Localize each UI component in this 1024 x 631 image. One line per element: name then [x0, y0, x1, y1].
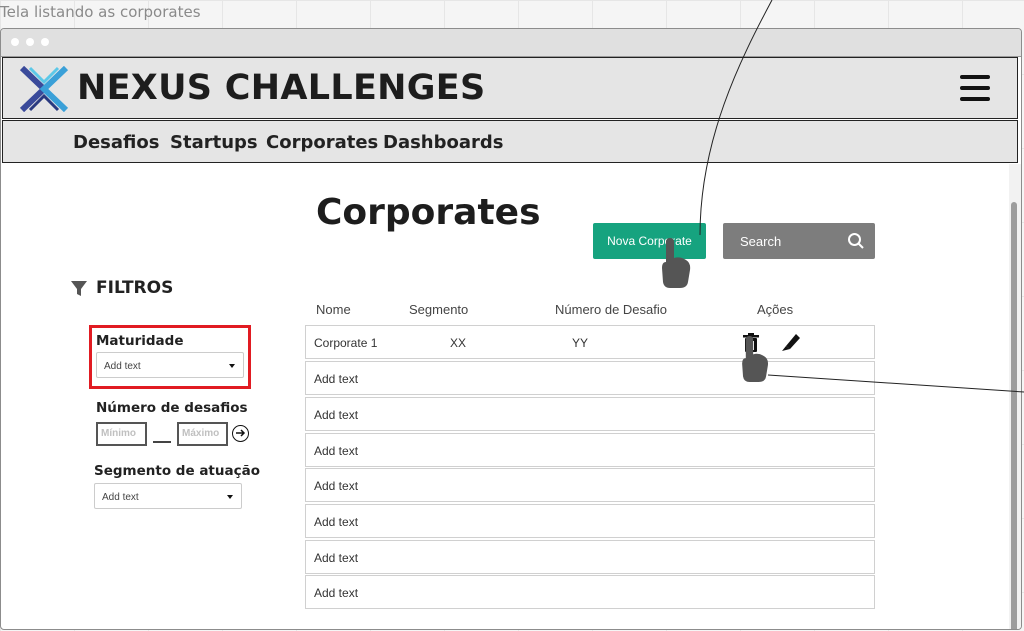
cell-nome: Add text [314, 479, 359, 493]
search-input[interactable]: Search [723, 223, 875, 259]
table-row[interactable]: Add text [305, 433, 875, 467]
hamburger-icon[interactable] [960, 75, 990, 108]
nav-item-corporates[interactable]: Corporates [266, 132, 378, 153]
highlight-box [89, 325, 251, 389]
wireframe-caption: Tela listando as corporates [0, 3, 201, 21]
nav-item-dashboards[interactable]: Dashboards [383, 132, 504, 153]
table-row[interactable]: Add text [305, 575, 875, 609]
segmento-label: Segmento de atuação [94, 463, 260, 479]
window-dot [41, 38, 49, 46]
search-placeholder: Search [740, 234, 782, 249]
scrollbar-thumb[interactable] [1011, 202, 1017, 629]
brand-name: NEXUS CHALLENGES [77, 68, 486, 108]
table-row[interactable]: Corporate 1 XX YY [305, 325, 875, 359]
max-input[interactable]: Máximo [177, 422, 228, 446]
nav-item-startups[interactable]: Startups [170, 132, 258, 153]
cell-nome: Add text [314, 586, 359, 600]
min-input[interactable]: Mínimo [96, 422, 147, 446]
vertical-scrollbar[interactable] [1009, 164, 1021, 629]
chevron-down-icon [227, 495, 233, 499]
num-desafios-label: Número de desafios [96, 400, 248, 416]
cell-nome: Corporate 1 [314, 336, 378, 350]
main-nav: Desafios Startups Corporates Dashboards [2, 120, 1018, 163]
window-dot [26, 38, 34, 46]
hand-cursor-icon [662, 238, 691, 288]
cell-nome: Add text [314, 444, 359, 458]
table-row[interactable]: Add text [305, 468, 875, 502]
cell-nome: Add text [314, 408, 359, 422]
search-icon[interactable] [847, 232, 865, 250]
page-title: Corporates [316, 192, 541, 233]
cell-nome: Add text [314, 372, 359, 386]
edit-icon[interactable] [780, 332, 802, 352]
col-header-nome: Nome [316, 302, 351, 317]
nav-item-desafios[interactable]: Desafios [73, 132, 159, 153]
cell-nome: Add text [314, 515, 359, 529]
x-logo-icon[interactable] [18, 66, 70, 112]
cell-desafios: YY [572, 336, 589, 350]
col-header-desafios: Número de Desafio [555, 302, 667, 317]
arrow-right-icon[interactable] [232, 425, 249, 442]
window-titlebar [1, 29, 1021, 57]
segmento-select[interactable]: Add text [94, 483, 242, 509]
segmento-value: Add text [102, 492, 139, 503]
filter-icon [71, 281, 87, 296]
col-header-acoes: Ações [757, 302, 794, 317]
table-row[interactable]: Add text [305, 361, 875, 395]
cell-nome: Add text [314, 551, 359, 565]
range-dash [153, 441, 171, 443]
hand-cursor-icon [742, 336, 769, 382]
table-row[interactable]: Add text [305, 397, 875, 431]
window-dot [11, 38, 19, 46]
app-header: NEXUS CHALLENGES [2, 57, 1018, 119]
cell-segmento: XX [450, 336, 467, 350]
table-row[interactable]: Add text [305, 540, 875, 574]
table-row[interactable]: Add text [305, 504, 875, 538]
filters-title: FILTROS [96, 278, 174, 298]
col-header-segmento: Segmento [409, 302, 469, 317]
